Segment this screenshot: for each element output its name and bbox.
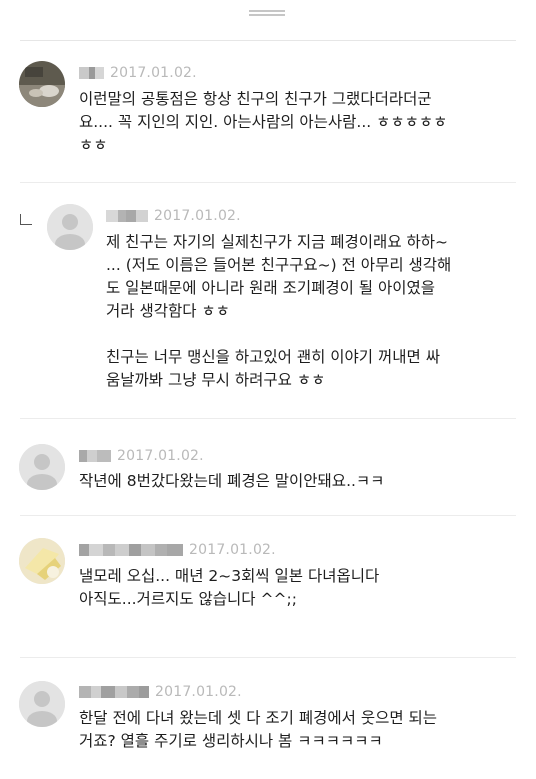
comment-date: 2017.01.02. (155, 684, 242, 700)
avatar[interactable] (19, 444, 65, 490)
comment-date: 2017.01.02. (117, 448, 204, 464)
comment-text: 낼모레 오십... 매년 2~3회씩 일본 다녀옵니다 아직도...거르지도 않… (79, 567, 380, 608)
avatar[interactable] (19, 681, 65, 727)
comment-text: 이런말의 공통점은 항상 친구의 친구가 그랬다더라더군 요.... 꼭 지인의… (79, 90, 448, 154)
blurred-username (79, 450, 111, 462)
divider (20, 182, 516, 183)
drag-handle[interactable] (249, 10, 285, 16)
avatar[interactable] (19, 538, 65, 584)
avatar[interactable] (19, 61, 65, 107)
blurred-username (79, 686, 149, 698)
divider (20, 657, 516, 658)
comment-date: 2017.01.02. (189, 542, 276, 558)
blurred-username (79, 544, 183, 556)
avatar[interactable] (47, 204, 93, 250)
divider (20, 515, 516, 516)
comment-text: 한달 전에 다녀 왔는데 셋 다 조기 폐경에서 웃으면 되는 거죠? 열흘 주… (79, 709, 438, 750)
top-divider (20, 40, 516, 41)
blurred-username (106, 210, 148, 222)
divider (20, 418, 516, 419)
comment-date: 2017.01.02. (110, 65, 197, 81)
reply-indent-icon (20, 214, 32, 225)
comment-text: 작년에 8번갔다왔는데 폐경은 말이안돼요..ㅋㅋ (79, 472, 385, 490)
comment-text: 제 친구는 자기의 실제친구가 지금 폐경이래요 하하~ ... (저도 이름은… (106, 233, 452, 389)
blurred-username (79, 67, 104, 79)
comment-date: 2017.01.02. (154, 208, 241, 224)
